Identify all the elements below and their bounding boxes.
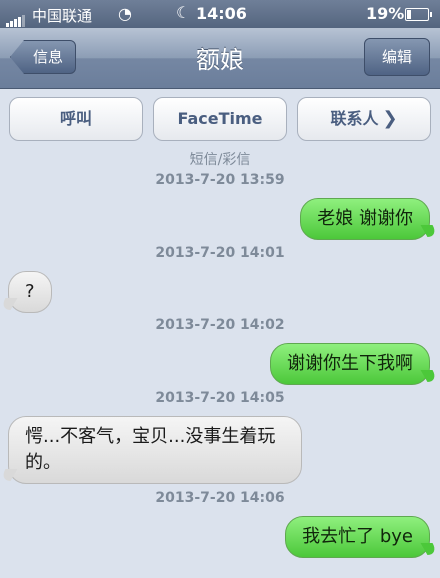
contact-actions: 呼叫 FaceTime 联系人 ❯ — [0, 97, 440, 143]
facetime-label: FaceTime — [177, 109, 263, 128]
call-button[interactable]: 呼叫 — [9, 97, 143, 141]
thread-type-label: 短信/彩信 — [189, 152, 251, 168]
clock: 14:06 — [196, 4, 247, 23]
sent-message-bubble[interactable]: 老娘 谢谢你 — [300, 198, 430, 240]
do-not-disturb-moon-icon: ☾ — [176, 3, 191, 22]
call-label: 呼叫 — [59, 109, 92, 128]
facetime-button[interactable]: FaceTime — [153, 97, 287, 141]
battery-percent: 19% — [366, 4, 405, 23]
message-timestamp: 2013-7-20 14:01 — [155, 245, 285, 261]
battery-icon — [405, 8, 432, 21]
status-bar: 中国联通 ◔ ☾ 14:06 19% — [0, 0, 440, 28]
signal-strength-icon — [6, 8, 26, 27]
message-timestamp: 2013-7-20 14:06 — [155, 490, 285, 506]
received-message-bubble[interactable]: 愕...不客气，宝贝...没事生着玩的。 — [8, 416, 302, 484]
conversation-title: 额娘 — [196, 46, 244, 74]
message-timestamp: 2013-7-20 14:05 — [155, 390, 285, 406]
message-timestamp: 2013-7-20 13:59 — [155, 172, 285, 188]
message-timestamp: 2013-7-20 14:02 — [155, 317, 285, 333]
contact-label: 联系人 — [330, 109, 379, 128]
sent-message-bubble[interactable]: 谢谢你生下我啊 — [270, 343, 430, 385]
back-to-messages-button[interactable]: 信息 — [10, 40, 77, 74]
sent-message-bubble[interactable]: 我去忙了 bye — [285, 516, 430, 558]
edit-button[interactable]: 编辑 — [364, 38, 430, 76]
chevron-right-icon: ❯ — [382, 108, 398, 129]
navigation-bar: 信息 额娘 编辑 — [0, 28, 440, 89]
wifi-icon: ◔ — [118, 4, 132, 23]
carrier-name: 中国联通 — [32, 7, 93, 25]
contact-info-button[interactable]: 联系人 ❯ — [297, 97, 431, 141]
received-message-bubble[interactable]: ? — [8, 271, 52, 313]
